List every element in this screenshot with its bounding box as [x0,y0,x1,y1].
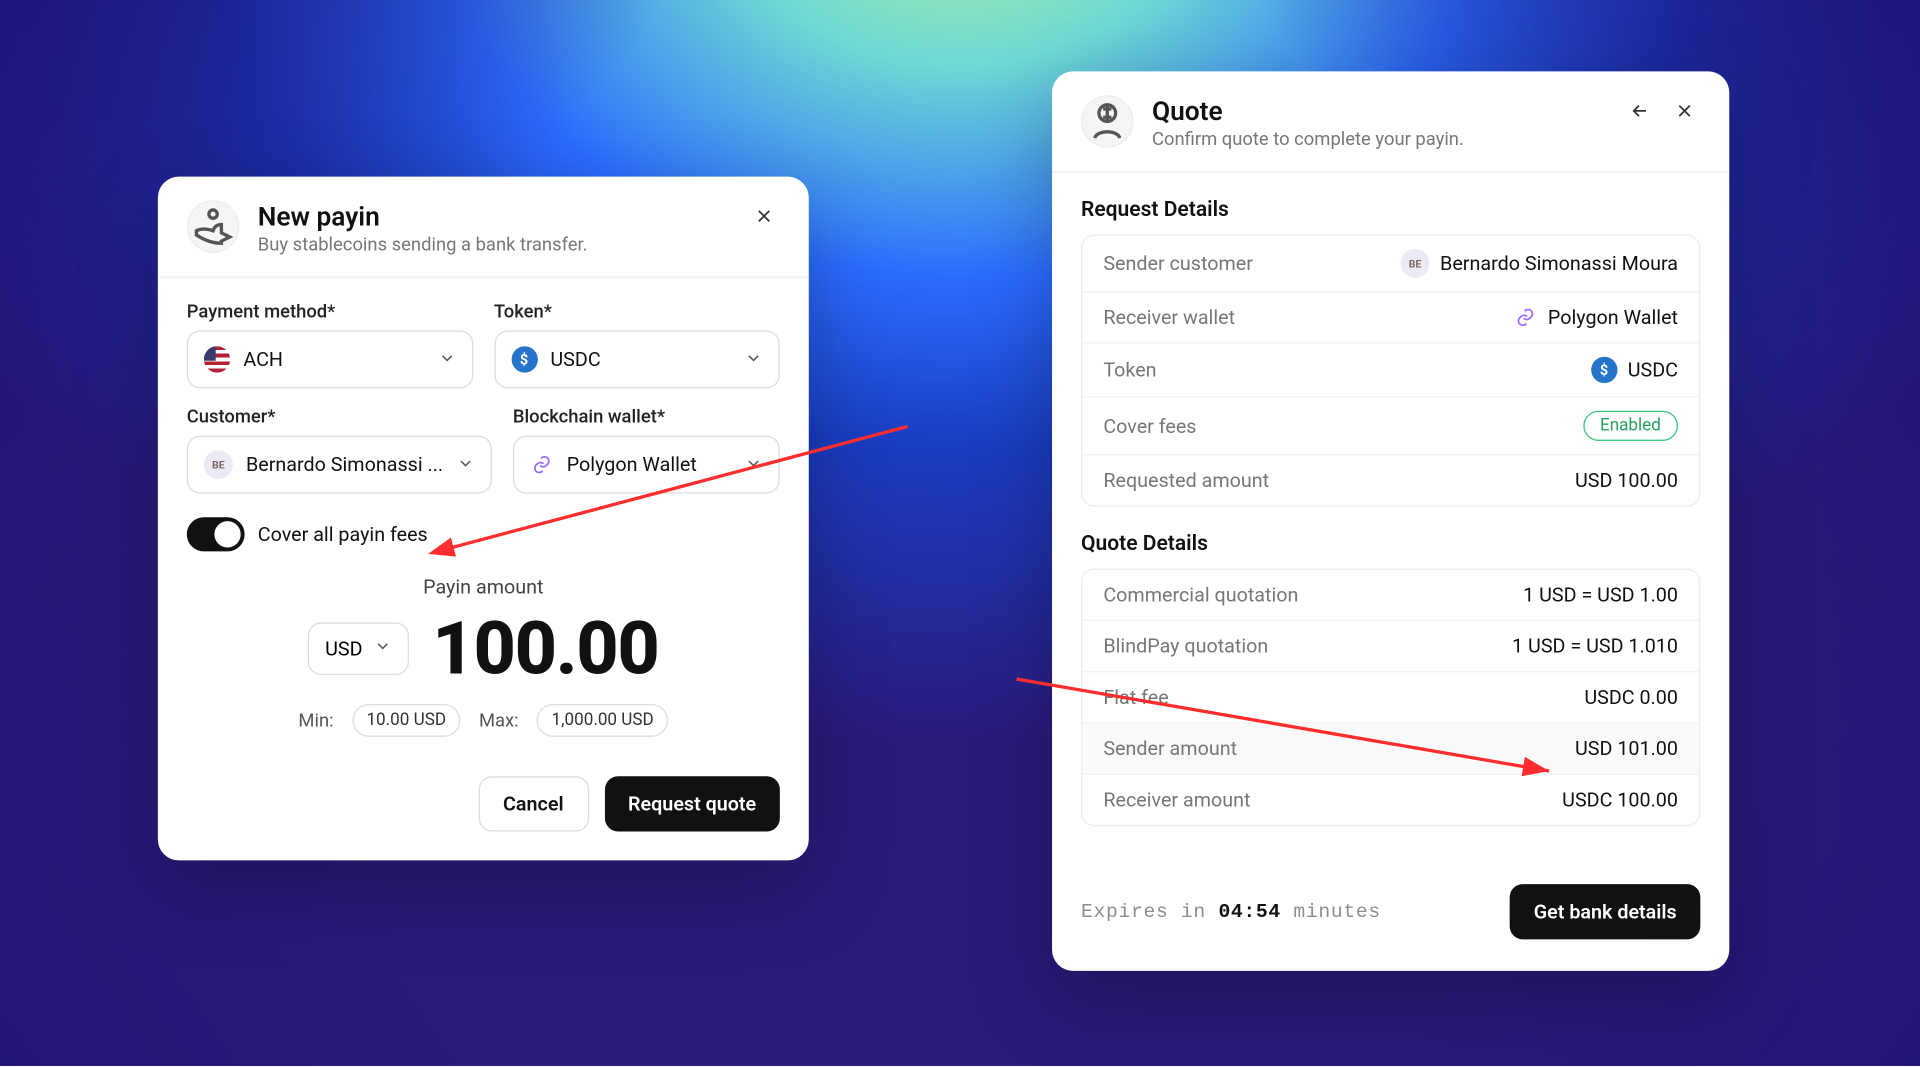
currency-select[interactable]: USD [308,622,409,675]
customer-label: Customer* [187,407,492,428]
sender-customer-value: Bernardo Simonassi Moura [1440,252,1678,276]
quote-title: Quote [1152,95,1606,127]
blockchain-wallet-select[interactable]: Polygon Wallet [513,436,780,494]
back-icon[interactable] [1624,95,1656,127]
payin-icon [187,200,240,253]
get-bank-details-button[interactable]: Get bank details [1510,884,1700,939]
chevron-down-icon [437,347,455,372]
requested-amount-value: USD 100.00 [1575,469,1678,493]
min-label: Min: [298,710,333,731]
close-icon[interactable] [748,200,780,232]
receiver-amount-value: USDC 100.00 [1562,788,1678,812]
modal-subtitle: Buy stablecoins sending a bank transfer. [258,234,730,255]
close-icon[interactable] [1669,95,1701,127]
flat-fee-label: Flat fee [1103,686,1168,710]
quote-details-box: Commercial quotation 1 USD = USD 1.00 Bl… [1081,569,1700,827]
chain-icon [1514,306,1538,330]
avatar: BE [1401,249,1430,278]
blindpay-value: 1 USD = USD 1.010 [1512,634,1678,658]
request-details-box: Sender customer BE Bernardo Simonassi Mo… [1081,234,1700,506]
requested-amount-label: Requested amount [1103,469,1269,493]
usdc-icon [511,346,537,372]
flag-us-icon [204,346,230,372]
usdc-icon [1591,357,1617,383]
receiver-wallet-label: Receiver wallet [1103,306,1235,330]
cover-fees-label: Cover fees [1103,414,1196,438]
cover-fees-label: Cover all payin fees [258,522,428,546]
commercial-value: 1 USD = USD 1.00 [1523,583,1678,607]
new-payin-modal: New payin Buy stablecoins sending a bank… [158,177,809,861]
commercial-label: Commercial quotation [1103,583,1298,607]
sender-amount-value: USD 101.00 [1575,737,1678,761]
token-select[interactable]: USDC [494,330,780,388]
request-details-title: Request Details [1081,196,1700,221]
expiry-text: Expires in 04:54 minutes [1081,901,1381,923]
cancel-button[interactable]: Cancel [478,776,589,831]
sender-amount-label: Sender amount [1103,737,1237,761]
receiver-amount-label: Receiver amount [1103,788,1250,812]
cover-fees-toggle[interactable] [187,517,245,551]
payment-method-select[interactable]: ACH [187,330,473,388]
customer-select[interactable]: BE Bernardo Simonassi ... [187,436,492,494]
token-label: Token [1103,358,1156,382]
max-label: Max: [479,710,519,731]
chevron-down-icon [744,347,762,372]
quote-subtitle: Confirm quote to complete your payin. [1152,129,1606,150]
chain-icon [530,453,554,477]
flat-fee-value: USDC 0.00 [1584,686,1678,710]
quote-modal: Quote Confirm quote to complete your pay… [1052,71,1729,970]
request-quote-button[interactable]: Request quote [604,776,779,831]
min-pill: 10.00 USD [352,704,461,737]
quote-details-title: Quote Details [1081,530,1700,555]
receiver-wallet-value: Polygon Wallet [1548,306,1678,330]
enabled-badge: Enabled [1583,411,1678,441]
max-pill: 1,000.00 USD [537,704,668,737]
quote-icon [1081,95,1134,148]
chevron-down-icon [744,452,762,477]
blockchain-wallet-label: Blockchain wallet* [513,407,780,428]
modal-title: New payin [258,200,730,232]
chevron-down-icon [456,452,474,477]
token-value: USDC [1628,358,1678,382]
blindpay-label: BlindPay quotation [1103,634,1268,658]
avatar: BE [204,450,233,479]
amount-input[interactable]: 100.00 [432,612,658,686]
token-label: Token* [494,302,780,323]
chevron-down-icon [373,637,391,661]
amount-title: Payin amount [187,575,780,599]
sender-customer-label: Sender customer [1103,252,1253,276]
payment-method-label: Payment method* [187,302,473,323]
